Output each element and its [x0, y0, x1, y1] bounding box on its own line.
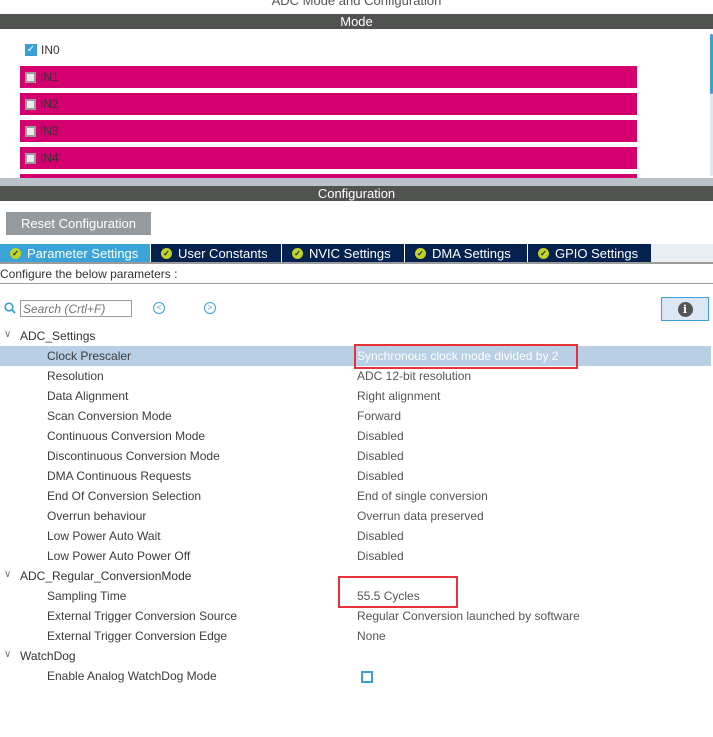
splitter[interactable] — [0, 178, 713, 186]
param-value[interactable]: Disabled — [357, 449, 404, 463]
check-circle-icon: ✓ — [538, 247, 549, 259]
annotation-highlight-clock-prescaler — [354, 344, 578, 369]
param-value[interactable]: Disabled — [357, 529, 404, 543]
param-row[interactable]: Resolution ADC 12-bit resolution — [0, 366, 713, 386]
info-icon: i — [677, 301, 693, 317]
tab-label: User Constants — [178, 245, 268, 261]
chevron-left-circle-icon[interactable]: < — [153, 302, 165, 314]
tab-parameter-settings[interactable]: ✓ Parameter Settings — [0, 244, 151, 262]
tab-gpio-settings[interactable]: ✓ GPIO Settings — [528, 244, 651, 262]
group-watchdog[interactable]: ∨ WatchDog — [0, 646, 713, 666]
channel-in3[interactable]: IN3 — [20, 120, 637, 142]
param-name: Discontinuous Conversion Mode — [47, 449, 220, 463]
param-name: Resolution — [47, 369, 104, 383]
search-input[interactable] — [20, 300, 132, 317]
checkbox-checked-icon[interactable]: ✓ — [25, 44, 37, 56]
analog-watchdog-checkbox[interactable] — [361, 671, 373, 683]
param-name: Data Alignment — [47, 389, 129, 403]
param-row[interactable]: Discontinuous Conversion Mode Disabled — [0, 446, 713, 466]
check-circle-icon: ✓ — [10, 247, 21, 259]
param-row[interactable]: Enable Analog WatchDog Mode — [0, 666, 713, 686]
param-name: Scan Conversion Mode — [47, 409, 172, 423]
search-icon[interactable] — [4, 302, 16, 314]
window-title: ADC Mode and Configuration — [271, 0, 442, 8]
annotation-highlight-sampling-time — [338, 576, 458, 608]
param-row[interactable]: External Trigger Conversion Edge None — [0, 626, 713, 646]
checkbox-icon[interactable] — [25, 71, 36, 83]
tab-label: DMA Settings — [432, 245, 511, 261]
param-row[interactable]: External Trigger Conversion Source Regul… — [0, 606, 713, 626]
param-name: Low Power Auto Wait — [47, 529, 161, 543]
param-name: Continuous Conversion Mode — [47, 429, 206, 443]
param-row[interactable]: Data Alignment Right alignment — [0, 386, 713, 406]
param-value[interactable]: Disabled — [357, 429, 404, 443]
group-label: ADC_Settings — [20, 329, 96, 343]
param-row[interactable]: Low Power Auto Power Off Disabled — [0, 546, 713, 566]
param-row[interactable]: End Of Conversion Selection End of singl… — [0, 486, 713, 506]
chevron-right-circle-icon[interactable]: > — [204, 302, 216, 314]
mode-panel: ✓ IN0 IN1 IN2 IN3 IN4 — [0, 29, 713, 178]
config-tabs: ✓ Parameter Settings ✓ User Constants ✓ … — [0, 244, 651, 262]
tab-label: NVIC Settings — [309, 245, 391, 261]
param-name: DMA Continuous Requests — [47, 469, 192, 483]
channel-label: IN3 — [40, 124, 59, 138]
param-name: Enable Analog WatchDog Mode — [47, 669, 217, 683]
param-value[interactable]: None — [357, 629, 386, 643]
info-button[interactable]: i — [661, 297, 709, 321]
mode-header: Mode — [0, 14, 713, 29]
param-value[interactable]: Right alignment — [357, 389, 440, 403]
tab-strip-filler — [651, 244, 713, 262]
tab-label: Parameter Settings — [27, 245, 139, 261]
param-value[interactable]: End of single conversion — [357, 489, 488, 503]
param-name: Sampling Time — [47, 589, 127, 603]
group-adc-settings[interactable]: ∨ ADC_Settings — [0, 326, 713, 346]
check-circle-icon: ✓ — [292, 247, 303, 259]
tab-dma-settings[interactable]: ✓ DMA Settings — [405, 244, 528, 262]
param-row[interactable]: Continuous Conversion Mode Disabled — [0, 426, 713, 446]
channel-in2[interactable]: IN2 — [20, 93, 637, 115]
param-row[interactable]: Overrun behaviour Overrun data preserved — [0, 506, 713, 526]
tab-underline — [0, 262, 713, 264]
group-label: WatchDog — [20, 649, 76, 663]
checkbox-icon[interactable] — [25, 152, 36, 164]
param-name: External Trigger Conversion Edge — [47, 629, 228, 643]
divider — [0, 283, 713, 284]
param-name: External Trigger Conversion Source — [47, 609, 238, 623]
param-row[interactable]: DMA Continuous Requests Disabled — [0, 466, 713, 486]
param-value[interactable]: Overrun data preserved — [357, 509, 484, 523]
tab-label: GPIO Settings — [555, 245, 639, 261]
param-name: Low Power Auto Power Off — [47, 549, 191, 563]
param-value[interactable]: Forward — [357, 409, 401, 423]
param-row[interactable]: Low Power Auto Wait Disabled — [0, 526, 713, 546]
param-row[interactable]: Scan Conversion Mode Forward — [0, 406, 713, 426]
reset-configuration-button[interactable]: Reset Configuration — [6, 212, 151, 235]
check-circle-icon: ✓ — [415, 247, 426, 259]
channel-label: IN0 — [41, 43, 60, 57]
param-value[interactable]: ADC 12-bit resolution — [357, 369, 471, 383]
channel-in1[interactable]: IN1 — [20, 66, 637, 88]
channel-label: IN2 — [40, 97, 59, 111]
checkbox-icon[interactable] — [25, 98, 36, 110]
chevron-down-icon[interactable]: ∨ — [4, 329, 11, 340]
tab-user-constants[interactable]: ✓ User Constants — [151, 244, 282, 262]
parameter-tree: ∨ ADC_Settings Clock Prescaler Synchrono… — [0, 326, 713, 686]
tab-nvic-settings[interactable]: ✓ NVIC Settings — [282, 244, 405, 262]
param-name: End Of Conversion Selection — [47, 489, 202, 503]
check-circle-icon: ✓ — [161, 247, 172, 259]
checkbox-icon[interactable] — [25, 125, 36, 137]
param-value[interactable]: Disabled — [357, 469, 404, 483]
configure-instructions: Configure the below parameters : — [0, 267, 178, 281]
param-name: Clock Prescaler — [47, 349, 132, 363]
group-label: ADC_Regular_ConversionMode — [20, 569, 192, 583]
configuration-header: Configuration — [0, 186, 713, 201]
param-value[interactable]: Disabled — [357, 549, 404, 563]
chevron-down-icon[interactable]: ∨ — [4, 569, 11, 580]
channel-label: IN1 — [40, 70, 59, 84]
param-name: Overrun behaviour — [47, 509, 147, 523]
param-value[interactable]: Regular Conversion launched by software — [357, 609, 580, 623]
chevron-down-icon[interactable]: ∨ — [4, 649, 11, 660]
channel-label: IN4 — [40, 151, 59, 165]
channel-in0[interactable]: ✓ IN0 — [25, 43, 60, 57]
channel-in4[interactable]: IN4 — [20, 147, 637, 169]
